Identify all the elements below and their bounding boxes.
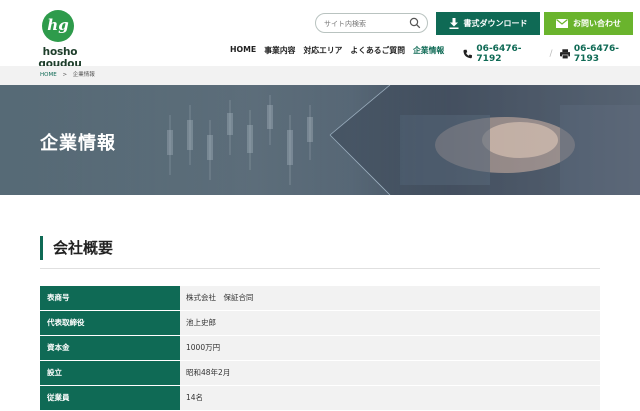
fax-icon [559,49,570,59]
hero-title: 企業情報 [40,133,116,154]
table-row: 設立 昭和48年2月 [40,361,600,385]
site-header: hg hosho goudou 書式ダウンロード お問い合わせ HOME 事業内… [0,0,640,70]
breadcrumb-separator: > [62,72,68,78]
download-icon [449,18,458,29]
breadcrumb-home[interactable]: HOME [40,72,57,78]
table-header-cell: 従業員 [40,386,180,410]
contact-label: お問い合わせ [573,19,621,28]
table-header-cell: 設立 [40,361,180,385]
table-row: 表商号 株式会社 保証合同 [40,286,600,310]
section-title: 会社概要 [40,236,113,260]
download-forms-button[interactable]: 書式ダウンロード [436,12,540,35]
nav-item-company[interactable]: 企業情報 [413,45,444,57]
section-divider [40,268,600,269]
contact-numbers: 06-6476-7192 / 06-6476-7193 [463,44,640,64]
logo-mark-icon: hg [42,10,74,42]
table-row: 資本金 1000万円 [40,336,600,360]
contact-button[interactable]: お問い合わせ [544,12,633,35]
fax-number: 06-6476-7193 [573,44,619,64]
table-cell: 14名 [180,386,600,410]
nav-item-services[interactable]: 事業内容 [264,45,295,57]
table-cell: 1000万円 [180,336,600,360]
nav-item-faq[interactable]: よくあるご質問 [350,45,405,57]
download-forms-label: 書式ダウンロード [463,19,528,28]
table-header-cell: 資本金 [40,336,180,360]
mail-icon [556,19,568,28]
nav-item-area[interactable]: 対応エリア [303,45,342,57]
table-cell: 池上史郎 [180,311,600,335]
phone-icon [463,49,472,59]
table-header-cell: 表商号 [40,286,180,310]
site-search [315,13,428,33]
table-row: 代表取締役 池上史郎 [40,311,600,335]
hero-banner: 企業情報 [0,85,640,195]
breadcrumb: HOME > 企業情報 [0,66,640,85]
nav-item-home[interactable]: HOME [230,45,256,57]
table-cell: 昭和48年2月 [180,361,600,385]
table-header-cell: 代表取締役 [40,311,180,335]
breadcrumb-current: 企業情報 [72,72,95,78]
site-logo[interactable]: hg hosho goudou [24,10,96,70]
search-input[interactable] [324,17,412,30]
tel-separator: / [549,49,553,59]
global-nav: HOME 事業内容 対応エリア よくあるご質問 企業情報 [230,45,444,57]
company-overview-table: 表商号 株式会社 保証合同 代表取締役 池上史郎 資本金 1000万円 設立 昭… [40,286,600,411]
tel-number[interactable]: 06-6476-7192 [476,44,542,64]
table-row: 従業員 14名 [40,386,600,410]
search-icon[interactable] [409,17,421,29]
table-cell: 株式会社 保証合同 [180,286,600,310]
